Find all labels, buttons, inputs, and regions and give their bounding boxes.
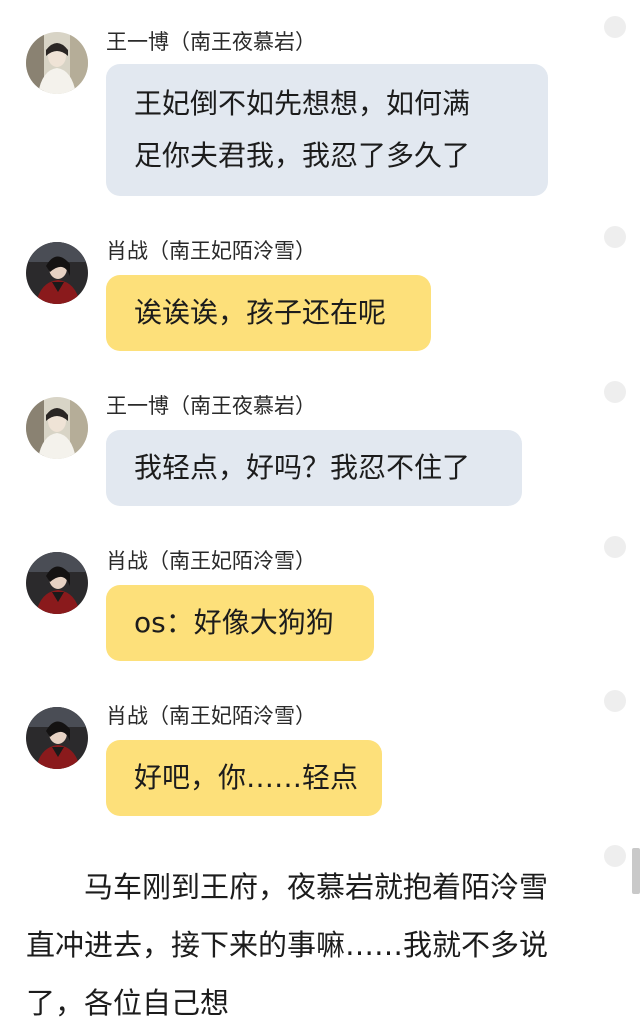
message-bubble[interactable]: 我轻点，好吗？我忍不住了 bbox=[106, 430, 522, 506]
avatar-red-robe-icon bbox=[26, 552, 88, 614]
message-text-line: 好吧，你……轻点 bbox=[134, 761, 359, 794]
sender-name: 王一博（南王夜慕岩） bbox=[106, 30, 316, 54]
message-text-line: 王妃倒不如先想想，如何满 bbox=[134, 87, 471, 120]
message-text-line: 我轻点，好吗？我忍不住了 bbox=[134, 451, 471, 484]
story-line: 马车刚到王府，夜慕岩就抱着陌泠雪 bbox=[26, 870, 549, 904]
avatar-red-robe-icon bbox=[26, 242, 88, 304]
message-text-line: 诶诶诶，孩子还在呢 bbox=[134, 296, 387, 329]
avatar[interactable] bbox=[26, 397, 88, 459]
message-bubble[interactable]: 王妃倒不如先想想，如何满 足你夫君我，我忍了多久了 bbox=[106, 64, 548, 196]
avatar[interactable] bbox=[26, 707, 88, 769]
more-options-dot-icon[interactable] bbox=[604, 226, 626, 248]
message-bubble[interactable]: 诶诶诶，孩子还在呢 bbox=[106, 275, 431, 351]
avatar-white-robe-icon bbox=[26, 397, 88, 459]
story-paragraph: 马车刚到王府，夜慕岩就抱着陌泠雪 直冲进去，接下来的事嘛……我就不多说 了，各位… bbox=[26, 858, 586, 1032]
avatar[interactable] bbox=[26, 242, 88, 304]
avatar[interactable] bbox=[26, 552, 88, 614]
avatar-white-robe-icon bbox=[26, 32, 88, 94]
more-options-dot-icon[interactable] bbox=[604, 16, 626, 38]
message-bubble[interactable]: os：好像大狗狗 bbox=[106, 585, 374, 661]
scrollbar[interactable] bbox=[632, 848, 640, 894]
more-options-dot-icon[interactable] bbox=[604, 381, 626, 403]
sender-name: 肖战（南王妃陌泠雪） bbox=[106, 239, 316, 263]
more-options-dot-icon[interactable] bbox=[604, 845, 626, 867]
message-bubble[interactable]: 好吧，你……轻点 bbox=[106, 740, 382, 816]
more-options-dot-icon[interactable] bbox=[604, 690, 626, 712]
more-options-dot-icon[interactable] bbox=[604, 536, 626, 558]
message-text-line: os：好像大狗狗 bbox=[134, 606, 334, 639]
story-line: 直冲进去，接下来的事嘛……我就不多说 bbox=[26, 928, 549, 962]
avatar[interactable] bbox=[26, 32, 88, 94]
story-line: 了，各位自己想 bbox=[26, 986, 230, 1020]
sender-name: 王一博（南王夜慕岩） bbox=[106, 394, 316, 418]
message-text-line: 足你夫君我，我忍了多久了 bbox=[134, 139, 471, 172]
avatar-red-robe-icon bbox=[26, 707, 88, 769]
sender-name: 肖战（南王妃陌泠雪） bbox=[106, 704, 316, 728]
sender-name: 肖战（南王妃陌泠雪） bbox=[106, 549, 316, 573]
